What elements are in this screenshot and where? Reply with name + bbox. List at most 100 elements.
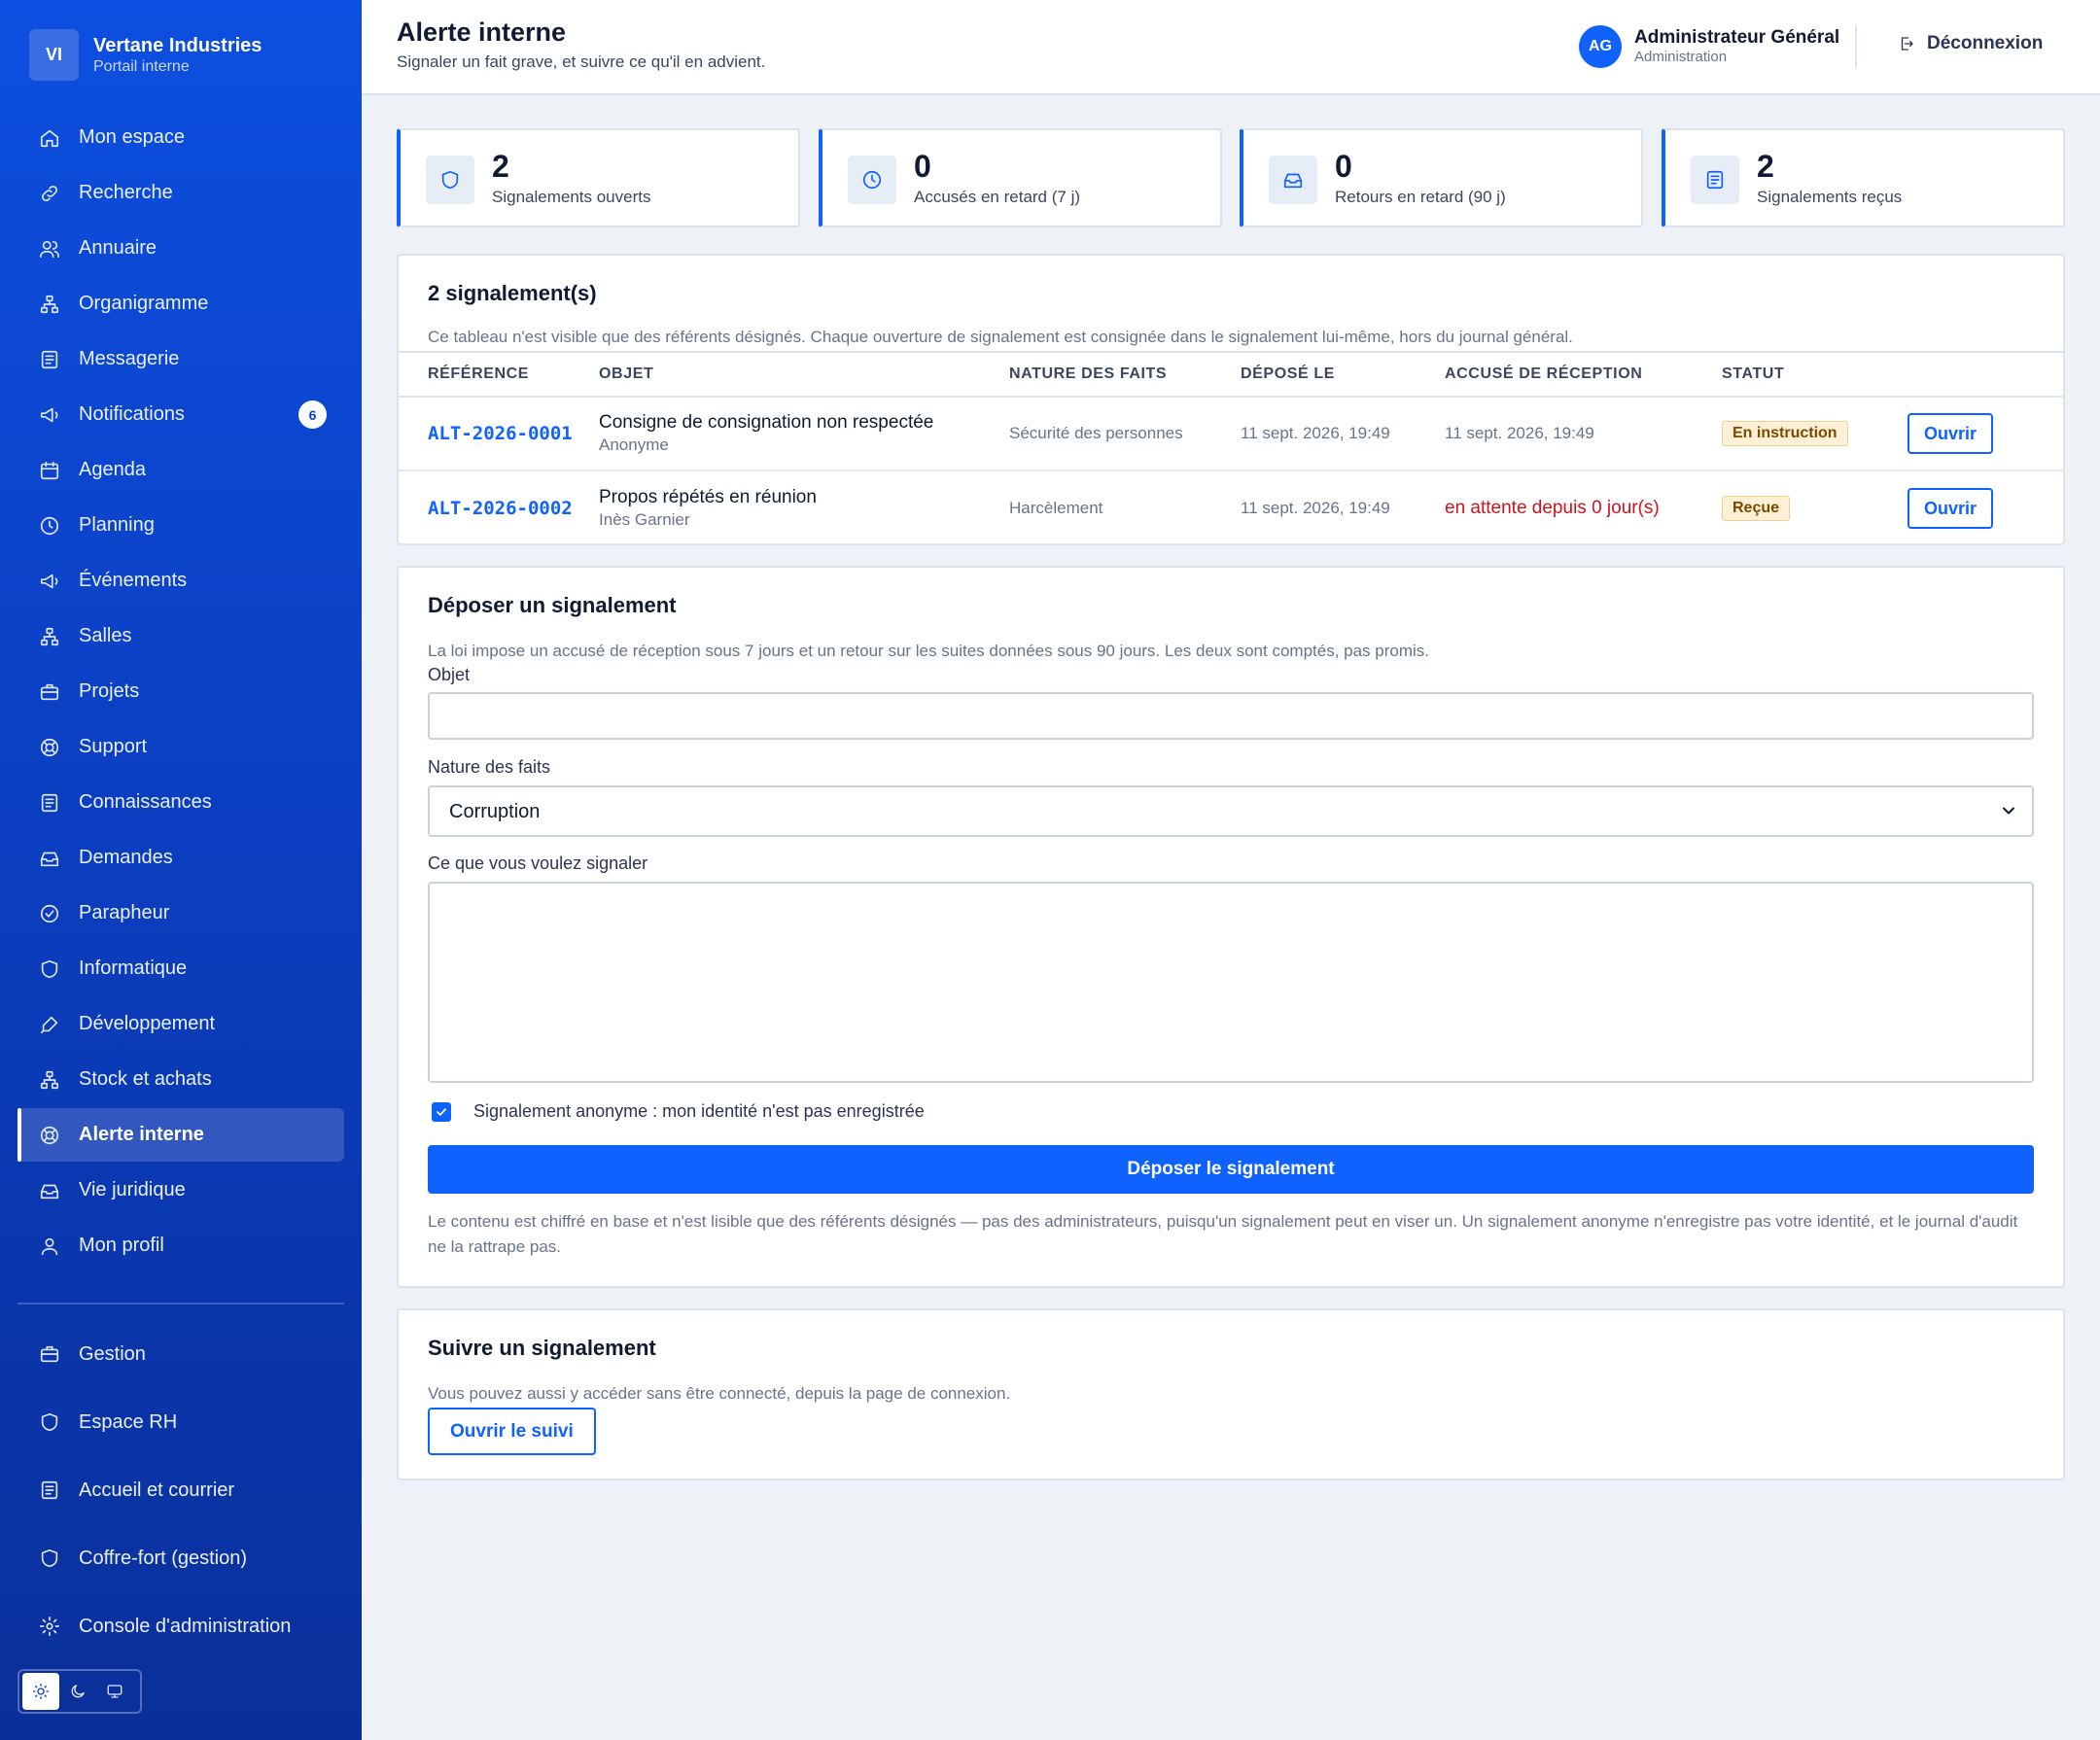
- sidebar-item-label: Demandes: [79, 847, 173, 868]
- report-body-textarea[interactable]: [428, 882, 2034, 1083]
- check-circle-icon: [39, 903, 60, 924]
- stats-row: 2 Signalements ouverts 0 Accusés en reta…: [397, 128, 2065, 227]
- sidebar-item-console-admin[interactable]: Console d'administration: [18, 1592, 344, 1660]
- sidebar-item-agenda[interactable]: Agenda: [18, 443, 344, 497]
- clock-icon: [848, 156, 896, 204]
- column-header[interactable]: DÉPOSÉ LE: [1241, 351, 1445, 398]
- briefcase-icon: [39, 681, 60, 703]
- chevron-down-icon: [1999, 801, 2018, 820]
- submit-report-button[interactable]: Déposer le signalement: [428, 1145, 2034, 1194]
- user-menu[interactable]: AG Administrateur Général Administration: [1579, 25, 1839, 68]
- report-ack-pending: en attente depuis 0 jour(s): [1445, 497, 1660, 518]
- column-header[interactable]: ACCUSÉ DE RÉCEPTION: [1445, 351, 1722, 398]
- sun-icon: [32, 1683, 50, 1700]
- lifebuoy-icon: [39, 737, 60, 758]
- notification-count-badge: 6: [298, 400, 327, 429]
- megaphone-icon: [39, 404, 60, 426]
- sidebar-item-espace-rh[interactable]: Espace RH: [18, 1388, 344, 1456]
- report-reference-link[interactable]: ALT-2026-0001: [428, 423, 573, 444]
- calendar-icon: [39, 460, 60, 481]
- sidebar-item-recherche[interactable]: Recherche: [18, 166, 344, 220]
- brand-logo: VI: [29, 29, 79, 81]
- report-filed-date: 11 sept. 2026, 19:49: [1241, 498, 1390, 517]
- stat-card-received: 2 Signalements reçus: [1662, 128, 2065, 227]
- column-header[interactable]: NATURE DES FAITS: [1009, 351, 1241, 398]
- column-header[interactable]: RÉFÉRENCE: [399, 351, 599, 398]
- document-icon: [39, 792, 60, 814]
- top-header: Alerte interne Signaler un fait grave, e…: [362, 0, 2100, 95]
- anonymous-checkbox-row[interactable]: Signalement anonyme : mon identité n'est…: [432, 1101, 925, 1122]
- avatar: AG: [1579, 25, 1622, 68]
- sidebar-item-developpement[interactable]: Développement: [18, 997, 344, 1051]
- sidebar-item-stock-et-achats[interactable]: Stock et achats: [18, 1053, 344, 1106]
- sidebar-item-evenements[interactable]: Événements: [18, 554, 344, 608]
- sidebar-nav: Mon espace Recherche Annuaire Organigram…: [18, 111, 344, 1274]
- reports-table: RÉFÉRENCE OBJET NATURE DES FAITS DÉPOSÉ …: [399, 351, 2063, 544]
- sidebar-item-coffre-fort[interactable]: Coffre-fort (gestion): [18, 1524, 344, 1592]
- sidebar-item-support[interactable]: Support: [18, 720, 344, 774]
- theme-system-button[interactable]: [96, 1673, 133, 1710]
- sidebar-item-label: Organigramme: [79, 293, 209, 314]
- sidebar-item-label: Connaissances: [79, 791, 212, 813]
- gear-icon: [39, 1616, 60, 1637]
- document-icon: [39, 1479, 60, 1501]
- sidebar-item-parapheur[interactable]: Parapheur: [18, 887, 344, 940]
- sidebar-item-mon-espace[interactable]: Mon espace: [18, 111, 344, 164]
- sidebar-item-salles[interactable]: Salles: [18, 609, 344, 663]
- theme-light-button[interactable]: [22, 1673, 59, 1710]
- stat-value: 2: [492, 149, 509, 184]
- shield-icon: [39, 1548, 60, 1569]
- org-chart-icon: [39, 1069, 60, 1091]
- sidebar-item-label: Planning: [79, 514, 155, 536]
- inbox-icon: [39, 848, 60, 869]
- sidebar-admin-nav: Gestion Espace RH Accueil et courrier Co…: [18, 1320, 344, 1660]
- sidebar-item-connaissances[interactable]: Connaissances: [18, 776, 344, 829]
- document-icon: [1691, 156, 1739, 204]
- sidebar-item-vie-juridique[interactable]: Vie juridique: [18, 1164, 344, 1217]
- briefcase-icon: [39, 1343, 60, 1365]
- sidebar-item-informatique[interactable]: Informatique: [18, 942, 344, 995]
- sidebar-item-label: Salles: [79, 625, 132, 646]
- sidebar-item-label: Agenda: [79, 459, 146, 480]
- org-chart-icon: [39, 294, 60, 315]
- anonymous-checkbox[interactable]: [432, 1101, 451, 1122]
- message-icon: [39, 349, 60, 370]
- theme-dark-button[interactable]: [59, 1673, 96, 1710]
- table-row: ALT-2026-0001 Consigne de consignation n…: [399, 397, 2063, 471]
- sidebar-item-demandes[interactable]: Demandes: [18, 831, 344, 885]
- sidebar-item-accueil-et-courrier[interactable]: Accueil et courrier: [18, 1456, 344, 1524]
- report-subject: Consigne de consignation non respectée: [599, 412, 934, 433]
- report-reference-link[interactable]: ALT-2026-0002: [428, 498, 573, 519]
- column-header[interactable]: STATUT: [1722, 351, 1908, 398]
- sidebar-item-notifications[interactable]: Notifications 6: [18, 388, 344, 441]
- open-report-button[interactable]: Ouvrir: [1908, 487, 1994, 529]
- sidebar-item-planning[interactable]: Planning: [18, 499, 344, 552]
- logout-label: Déconnexion: [1927, 33, 2044, 53]
- report-nature: Sécurité des personnes: [1009, 397, 1241, 471]
- sidebar-item-gestion[interactable]: Gestion: [18, 1320, 344, 1388]
- column-header[interactable]: OBJET: [599, 351, 1009, 398]
- sidebar-item-label: Annuaire: [79, 237, 158, 259]
- encryption-note: Le contenu est chiffré en base et n'est …: [428, 1212, 2018, 1256]
- report-author: Anonyme: [599, 435, 669, 454]
- sidebar-item-label: Événements: [79, 570, 188, 591]
- stat-value: 2: [1757, 149, 1774, 184]
- open-report-button[interactable]: Ouvrir: [1908, 413, 1994, 454]
- sidebar-item-label: Console d'administration: [79, 1615, 292, 1637]
- open-follow-button[interactable]: Ouvrir le suivi: [428, 1408, 596, 1455]
- sidebar-item-mon-profil[interactable]: Mon profil: [18, 1219, 344, 1272]
- report-subject: Propos répétés en réunion: [599, 486, 817, 507]
- brand[interactable]: VI Vertane Industries Portail interne: [29, 29, 262, 81]
- logout-button[interactable]: Déconnexion: [1898, 33, 2043, 54]
- subject-input[interactable]: [428, 692, 2034, 740]
- sidebar-item-label: Alerte interne: [79, 1124, 204, 1145]
- nature-select[interactable]: Corruption: [428, 785, 2034, 837]
- sidebar-item-annuaire[interactable]: Annuaire: [18, 222, 344, 275]
- users-icon: [39, 238, 60, 260]
- sidebar-item-messagerie[interactable]: Messagerie: [18, 332, 344, 386]
- sidebar-item-projets[interactable]: Projets: [18, 665, 344, 718]
- user-icon: [39, 1235, 60, 1257]
- sidebar-item-alerte-interne[interactable]: Alerte interne: [18, 1108, 344, 1162]
- sidebar-item-organigramme[interactable]: Organigramme: [18, 277, 344, 331]
- megaphone-icon: [39, 571, 60, 592]
